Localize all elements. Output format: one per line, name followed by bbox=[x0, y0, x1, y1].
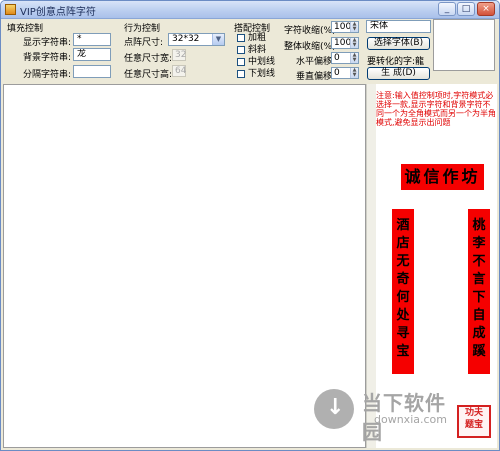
fill-group-title: 填充控制 bbox=[7, 24, 44, 34]
behavior-group-title: 行为控制 bbox=[124, 24, 161, 34]
custom-width-spinner[interactable]: 32 bbox=[172, 49, 186, 61]
custom-width-value: 32 bbox=[175, 50, 187, 60]
couplet-horizontal-text: 诚信作坊 bbox=[404, 167, 481, 186]
watermark: ↓ 当下软件园 downxia.com bbox=[314, 386, 464, 444]
chevron-down-icon[interactable]: ▼ bbox=[212, 34, 224, 45]
couplet-right-scroll: 桃李不言下自成蹊 bbox=[468, 209, 490, 374]
background-string-input[interactable]: 龙 bbox=[73, 48, 111, 61]
h-offset-spinner[interactable]: 0 ▲ ▼ bbox=[331, 52, 359, 64]
couplet-left-scroll: 酒店无奇何处寻宝 bbox=[392, 209, 414, 374]
spin-arrows-icon[interactable]: ▲ ▼ bbox=[350, 68, 358, 78]
seal-stamp: 功夫 题宝 bbox=[457, 405, 491, 438]
arrow-down-icon: ↓ bbox=[326, 395, 345, 420]
output-text-area[interactable] bbox=[3, 84, 366, 448]
background-string-label: 背景字符串: bbox=[23, 53, 72, 63]
maximize-button[interactable]: □ bbox=[457, 2, 475, 16]
title-bar[interactable]: VIP创意点阵字符 _ □ × bbox=[1, 1, 499, 19]
generate-button[interactable]: 生 成(D) bbox=[367, 67, 430, 80]
convert-char-label: 要转化的字: bbox=[367, 57, 416, 67]
spin-arrows-icon[interactable]: ▲ ▼ bbox=[350, 22, 358, 32]
couplet-right-text: 桃李不言下自成蹊 bbox=[472, 218, 486, 359]
separator-string-input[interactable] bbox=[73, 65, 111, 78]
h-offset-label: 水平偏移: bbox=[296, 57, 336, 67]
minimize-button[interactable]: _ bbox=[438, 2, 456, 16]
char-shrink-spinner[interactable]: 100 ▲ ▼ bbox=[331, 21, 359, 33]
custom-height-value: 64 bbox=[175, 66, 187, 76]
seal-stamp-text: 功夫 题宝 bbox=[464, 408, 483, 430]
display-string-label: 显示字符串: bbox=[23, 38, 72, 48]
display-string-input[interactable]: * bbox=[73, 33, 111, 46]
underline-checkbox[interactable]: 下划线 bbox=[237, 69, 297, 80]
font-name-field[interactable]: 宋体 bbox=[366, 20, 431, 33]
v-offset-label: 垂直偏移: bbox=[296, 72, 336, 82]
total-shrink-label: 整体收缩(%) bbox=[284, 42, 336, 52]
notice-text: 注意:输入值控制项时,字符模式必选择一款,显示字符和背景字符不同一个为全角模式而… bbox=[376, 91, 496, 127]
total-shrink-spinner[interactable]: 100 ▲ ▼ bbox=[331, 37, 359, 49]
app-icon bbox=[5, 4, 16, 15]
control-panel: 填充控制 显示字符串: * 背景字符串: 龙 分隔字符串: 行为控制 点阵尺寸:… bbox=[1, 19, 499, 83]
custom-height-spinner[interactable]: 64 bbox=[172, 65, 186, 77]
close-button[interactable]: × bbox=[477, 2, 495, 16]
v-offset-spinner[interactable]: 0 ▲ ▼ bbox=[331, 67, 359, 79]
strike-checkbox[interactable]: 中划线 bbox=[237, 57, 297, 68]
choose-font-button[interactable]: 选择字体(B) bbox=[367, 37, 430, 50]
app-window: VIP创意点阵字符 _ □ × 填充控制 显示字符串: * 背景字符串: 龙 分… bbox=[0, 0, 500, 451]
window-title: VIP创意点阵字符 bbox=[20, 7, 96, 18]
dot-size-label: 点阵尺寸: bbox=[124, 38, 164, 48]
dot-size-select[interactable]: 32*32 ▼ bbox=[168, 33, 225, 46]
spin-arrows-icon[interactable]: ▲ ▼ bbox=[350, 38, 358, 48]
watermark-en: downxia.com bbox=[374, 413, 447, 426]
char-preview-box bbox=[433, 19, 495, 71]
custom-width-label: 任意尺寸宽: bbox=[124, 54, 173, 64]
dot-size-value: 32*32 bbox=[172, 34, 200, 44]
couplet-left-text: 酒店无奇何处寻宝 bbox=[396, 218, 410, 359]
convert-char-value[interactable]: 龍 bbox=[415, 54, 424, 67]
couplet-horizontal: 诚信作坊 bbox=[401, 164, 484, 190]
separator-string-label: 分隔字符串: bbox=[23, 70, 72, 80]
spin-arrows-icon[interactable]: ▲ ▼ bbox=[350, 53, 358, 63]
custom-height-label: 任意尺寸高: bbox=[124, 70, 173, 80]
char-shrink-label: 字符收缩(%) bbox=[284, 26, 336, 36]
